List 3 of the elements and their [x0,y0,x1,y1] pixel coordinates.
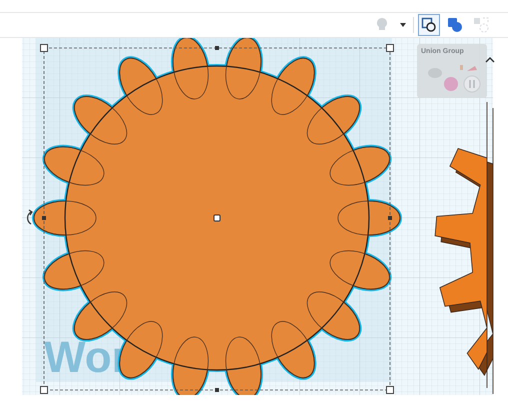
group-icon[interactable] [418,14,440,36]
rotate-handle-icon[interactable] [27,209,33,225]
gear-drawing[interactable] [434,102,494,394]
